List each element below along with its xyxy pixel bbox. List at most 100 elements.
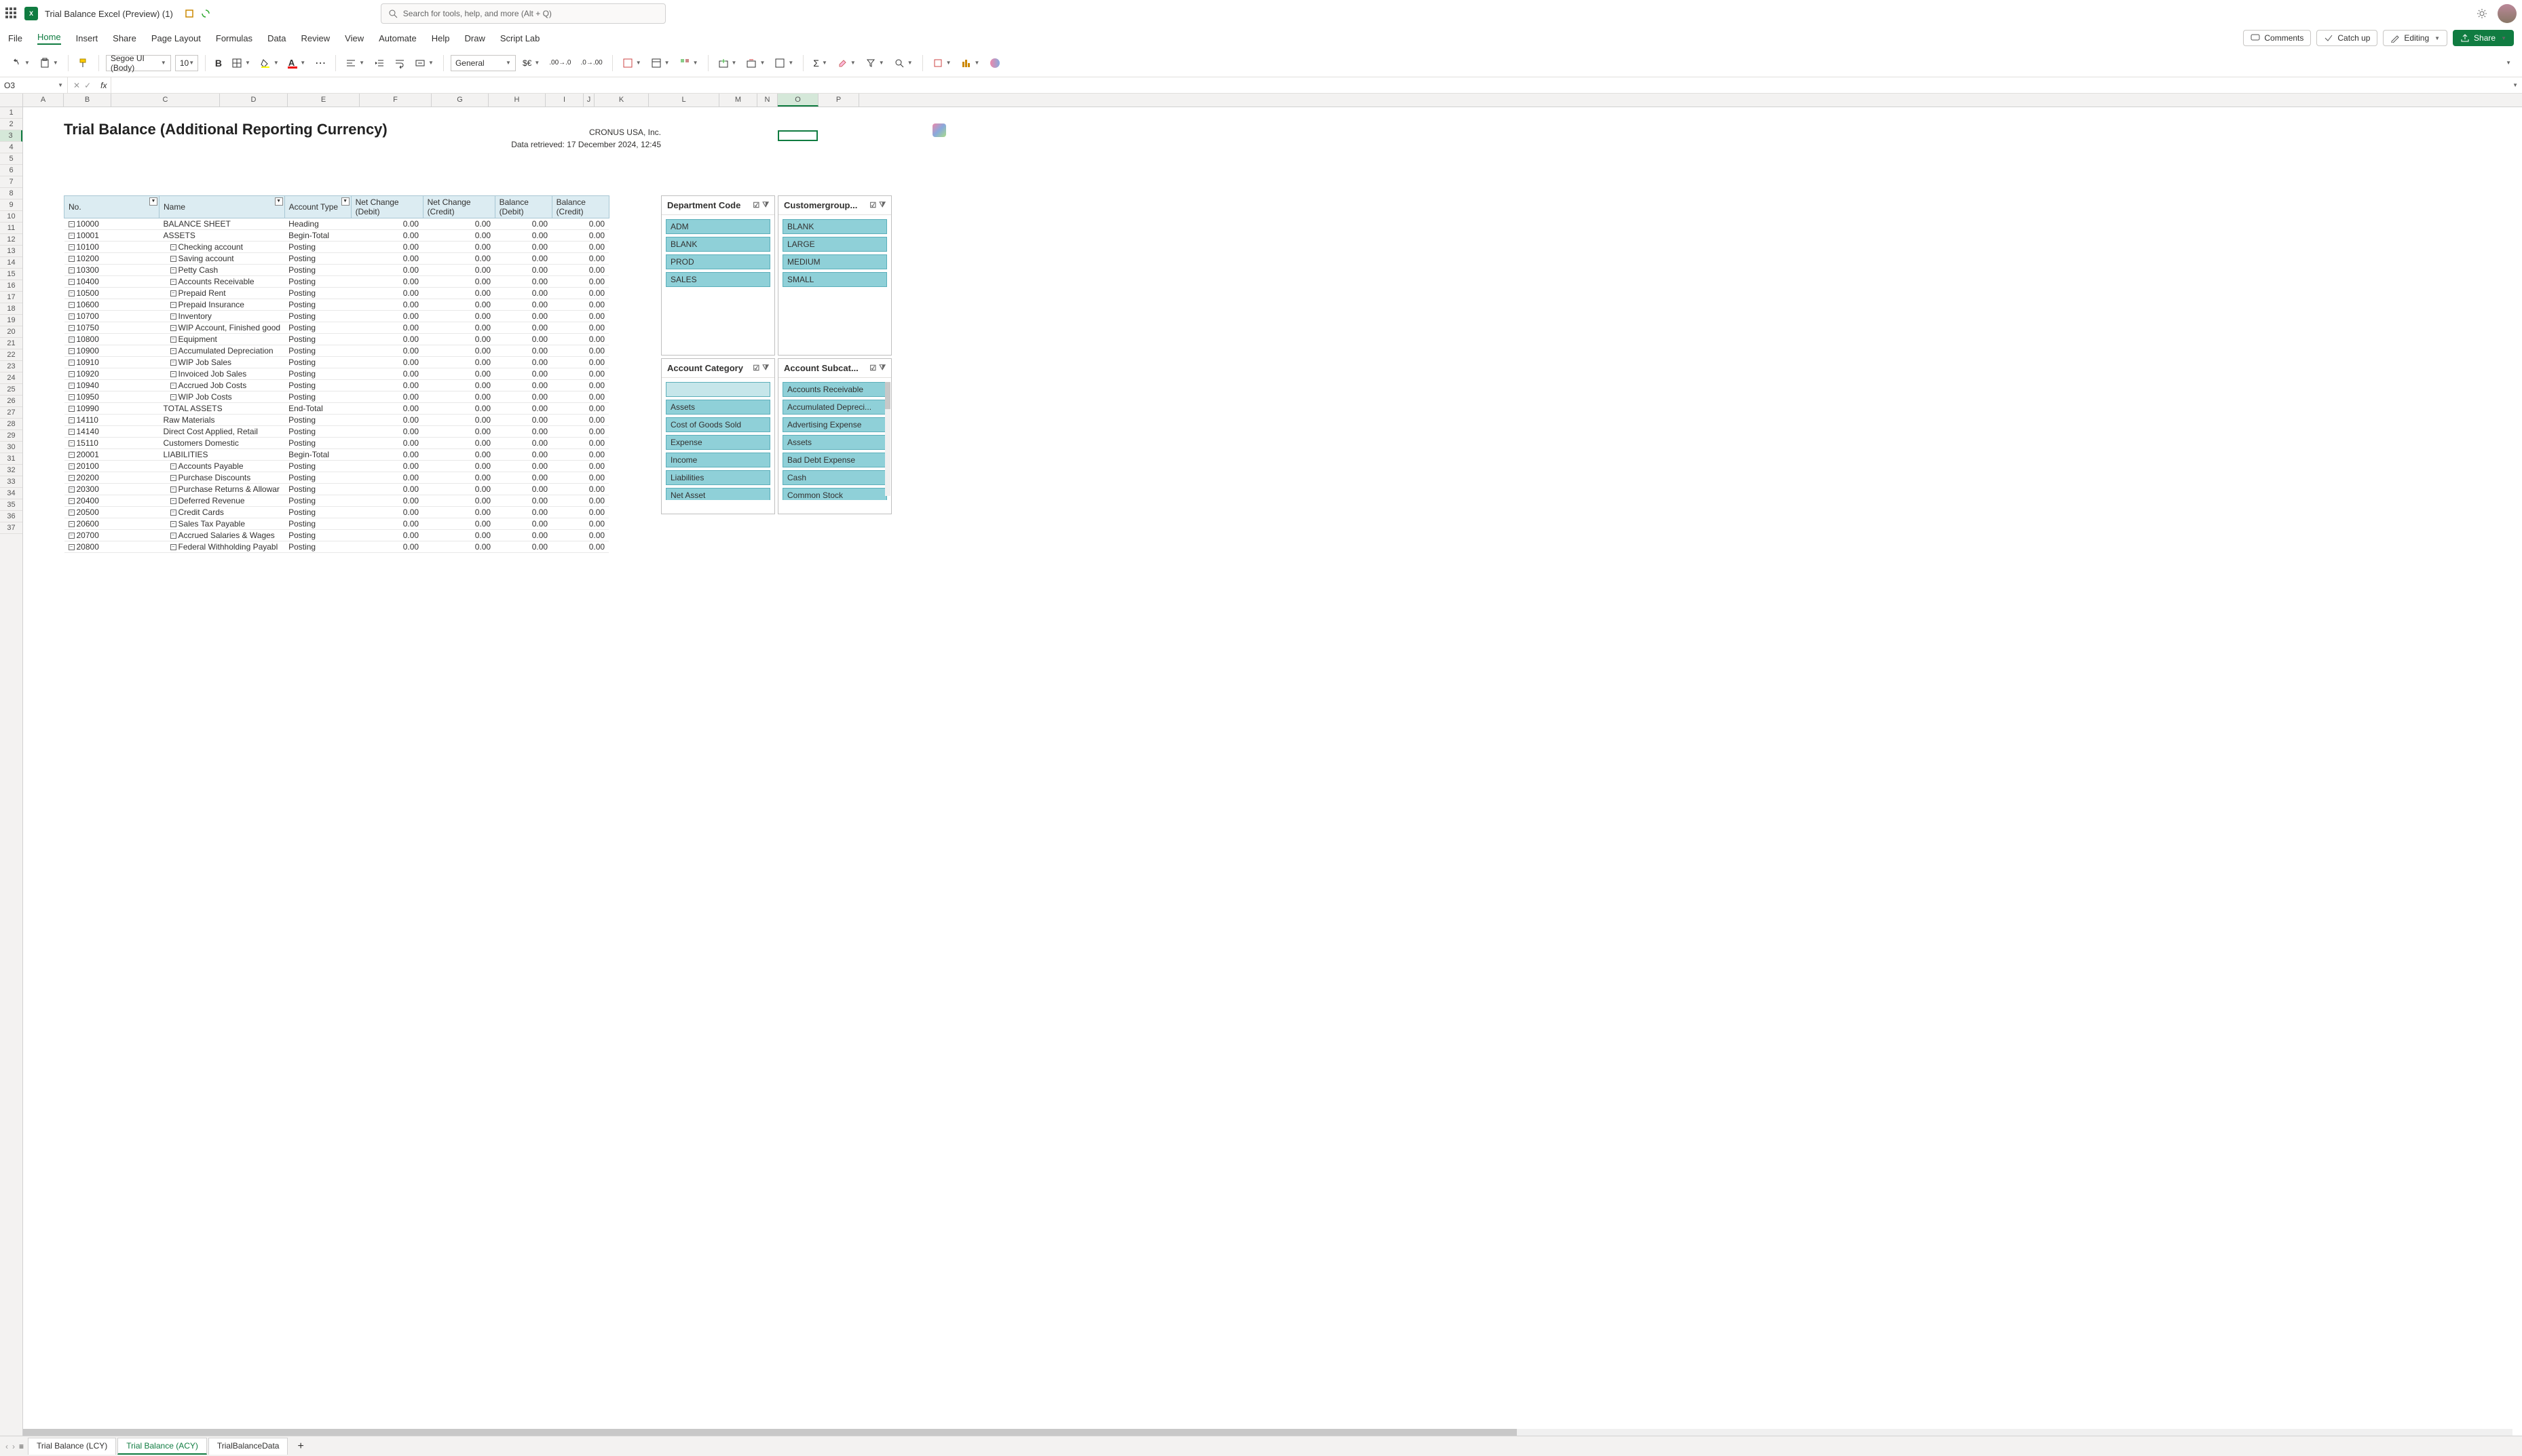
ribbon-expand-button[interactable]: ▼ (2502, 58, 2514, 67)
formula-bar[interactable] (111, 77, 2507, 93)
sheet-tab[interactable]: Trial Balance (ACY) (117, 1438, 207, 1455)
table-row[interactable]: −10000 BALANCE SHEET Heading 0.00 0.00 0… (64, 218, 609, 230)
table-row[interactable]: −14140 Direct Cost Applied, Retail Posti… (64, 426, 609, 438)
name-box[interactable]: O3▼ (0, 77, 68, 93)
table-row[interactable]: −20500 −Credit Cards Posting 0.00 0.00 0… (64, 507, 609, 518)
col-header-F[interactable]: F (360, 94, 432, 107)
active-cell[interactable] (778, 130, 818, 141)
table-row[interactable]: −10100 −Checking account Posting 0.00 0.… (64, 242, 609, 253)
format-cells-button[interactable]: ▼ (772, 56, 796, 70)
borders-button[interactable]: ▼ (229, 56, 253, 70)
col-header-D[interactable]: D (220, 94, 288, 107)
row-header-34[interactable]: 34 (0, 488, 22, 499)
slicer-item[interactable]: Liabilities (666, 470, 770, 485)
outline-toggle-icon[interactable]: − (69, 406, 75, 412)
row-header-19[interactable]: 19 (0, 315, 22, 326)
bold-button[interactable]: B (212, 56, 225, 70)
clear-button[interactable]: ▼ (834, 56, 859, 70)
table-row[interactable]: −20700 −Accrued Salaries & Wages Posting… (64, 530, 609, 541)
outline-toggle-icon[interactable]: − (170, 486, 176, 493)
clear-filter-icon[interactable]: ⧩ (762, 364, 769, 372)
currency-button[interactable]: $€▼ (520, 57, 542, 69)
table-header[interactable]: Net Change (Credit) (423, 196, 495, 218)
sheet-tab[interactable]: TrialBalanceData (208, 1438, 288, 1455)
fill-color-button[interactable]: ▼ (257, 56, 282, 70)
menu-tab-formulas[interactable]: Formulas (216, 33, 252, 43)
outline-toggle-icon[interactable]: − (170, 325, 176, 331)
outline-toggle-icon[interactable]: − (170, 360, 176, 366)
outline-toggle-icon[interactable]: − (170, 337, 176, 343)
formula-bar-expand[interactable]: ▼ (2508, 82, 2522, 88)
row-header-31[interactable]: 31 (0, 453, 22, 465)
table-header[interactable]: No.▼ (64, 196, 159, 218)
slicer-account-subcategory[interactable]: Account Subcat...☑⧩ Accounts ReceivableA… (778, 358, 892, 514)
outline-toggle-icon[interactable]: − (69, 221, 75, 227)
filter-dropdown-icon[interactable]: ▼ (275, 197, 283, 206)
slicer-item[interactable] (666, 382, 770, 397)
slicer-item[interactable]: Bad Debt Expense (783, 453, 887, 467)
slicer-item[interactable]: Assets (783, 435, 887, 450)
row-header-8[interactable]: 8 (0, 188, 22, 199)
outline-toggle-icon[interactable]: − (170, 521, 176, 527)
menu-tab-page-layout[interactable]: Page Layout (151, 33, 201, 43)
outline-toggle-icon[interactable]: − (170, 290, 176, 296)
table-row[interactable]: −10600 −Prepaid Insurance Posting 0.00 0… (64, 299, 609, 311)
row-header-33[interactable]: 33 (0, 476, 22, 488)
slicer-scrollbar[interactable] (885, 382, 890, 496)
outline-toggle-icon[interactable]: − (69, 486, 75, 493)
accept-formula-icon[interactable]: ✓ (84, 81, 91, 90)
slicer-item[interactable]: BLANK (666, 237, 770, 252)
indent-button[interactable] (371, 56, 388, 70)
row-header-4[interactable]: 4 (0, 142, 22, 153)
outline-toggle-icon[interactable]: − (170, 279, 176, 285)
row-header-20[interactable]: 20 (0, 326, 22, 338)
outline-toggle-icon[interactable]: − (170, 256, 176, 262)
number-format-select[interactable]: General▼ (451, 55, 516, 71)
col-header-C[interactable]: C (111, 94, 220, 107)
col-header-O[interactable]: O (778, 94, 818, 107)
fx-icon[interactable]: fx (96, 81, 111, 90)
filter-dropdown-icon[interactable]: ▼ (149, 197, 157, 206)
table-row[interactable]: −10001 ASSETS Begin-Total 0.00 0.00 0.00… (64, 230, 609, 242)
delete-cells-button[interactable]: ▼ (743, 56, 768, 70)
slicer-item[interactable]: Net Asset (666, 488, 770, 500)
table-row[interactable]: −14110 Raw Materials Posting 0.00 0.00 0… (64, 415, 609, 426)
table-row[interactable]: −20300 −Purchase Returns & Allowar Posti… (64, 484, 609, 495)
table-header[interactable]: Balance (Debit) (495, 196, 552, 218)
insert-cells-button[interactable]: ▼ (715, 56, 740, 70)
menu-tab-data[interactable]: Data (267, 33, 286, 43)
all-sheets-icon[interactable]: ≡ (19, 1442, 24, 1451)
table-row[interactable]: −10300 −Petty Cash Posting 0.00 0.00 0.0… (64, 265, 609, 276)
addins-button[interactable]: ▼ (930, 56, 954, 70)
outline-toggle-icon[interactable]: − (69, 348, 75, 354)
row-header-13[interactable]: 13 (0, 246, 22, 257)
outline-toggle-icon[interactable]: − (170, 348, 176, 354)
slicer-department[interactable]: Department Code☑⧩ ADMBLANKPRODSALES (661, 195, 775, 356)
undo-button[interactable]: ▼ (8, 56, 33, 70)
menu-tab-home[interactable]: Home (37, 32, 61, 45)
row-header-9[interactable]: 9 (0, 199, 22, 211)
conditional-format-button[interactable]: ▼ (620, 56, 644, 70)
menu-tab-review[interactable]: Review (301, 33, 331, 43)
table-row[interactable]: −10400 −Accounts Receivable Posting 0.00… (64, 276, 609, 288)
horizontal-scrollbar[interactable] (23, 1429, 2512, 1436)
outline-toggle-icon[interactable]: − (170, 244, 176, 250)
outline-toggle-icon[interactable]: − (69, 383, 75, 389)
row-header-36[interactable]: 36 (0, 511, 22, 522)
outline-toggle-icon[interactable]: − (69, 417, 75, 423)
increase-decimal-button[interactable]: .0→.00 (578, 58, 605, 68)
outline-toggle-icon[interactable]: − (69, 360, 75, 366)
outline-toggle-icon[interactable]: − (170, 544, 176, 550)
merge-button[interactable]: ▼ (412, 56, 436, 70)
catchup-button[interactable]: Catch up (2316, 30, 2377, 46)
slicer-item[interactable]: Accumulated Depreci... (783, 400, 887, 415)
table-row[interactable]: −10500 −Prepaid Rent Posting 0.00 0.00 0… (64, 288, 609, 299)
row-header-1[interactable]: 1 (0, 107, 22, 119)
outline-toggle-icon[interactable]: − (69, 394, 75, 400)
table-row[interactable]: −20400 −Deferred Revenue Posting 0.00 0.… (64, 495, 609, 507)
table-row[interactable]: −10200 −Saving account Posting 0.00 0.00… (64, 253, 609, 265)
format-table-button[interactable]: ▼ (648, 56, 673, 70)
row-header-17[interactable]: 17 (0, 292, 22, 303)
font-color-button[interactable]: A▼ (286, 56, 308, 71)
table-header[interactable]: Balance (Credit) (552, 196, 609, 218)
